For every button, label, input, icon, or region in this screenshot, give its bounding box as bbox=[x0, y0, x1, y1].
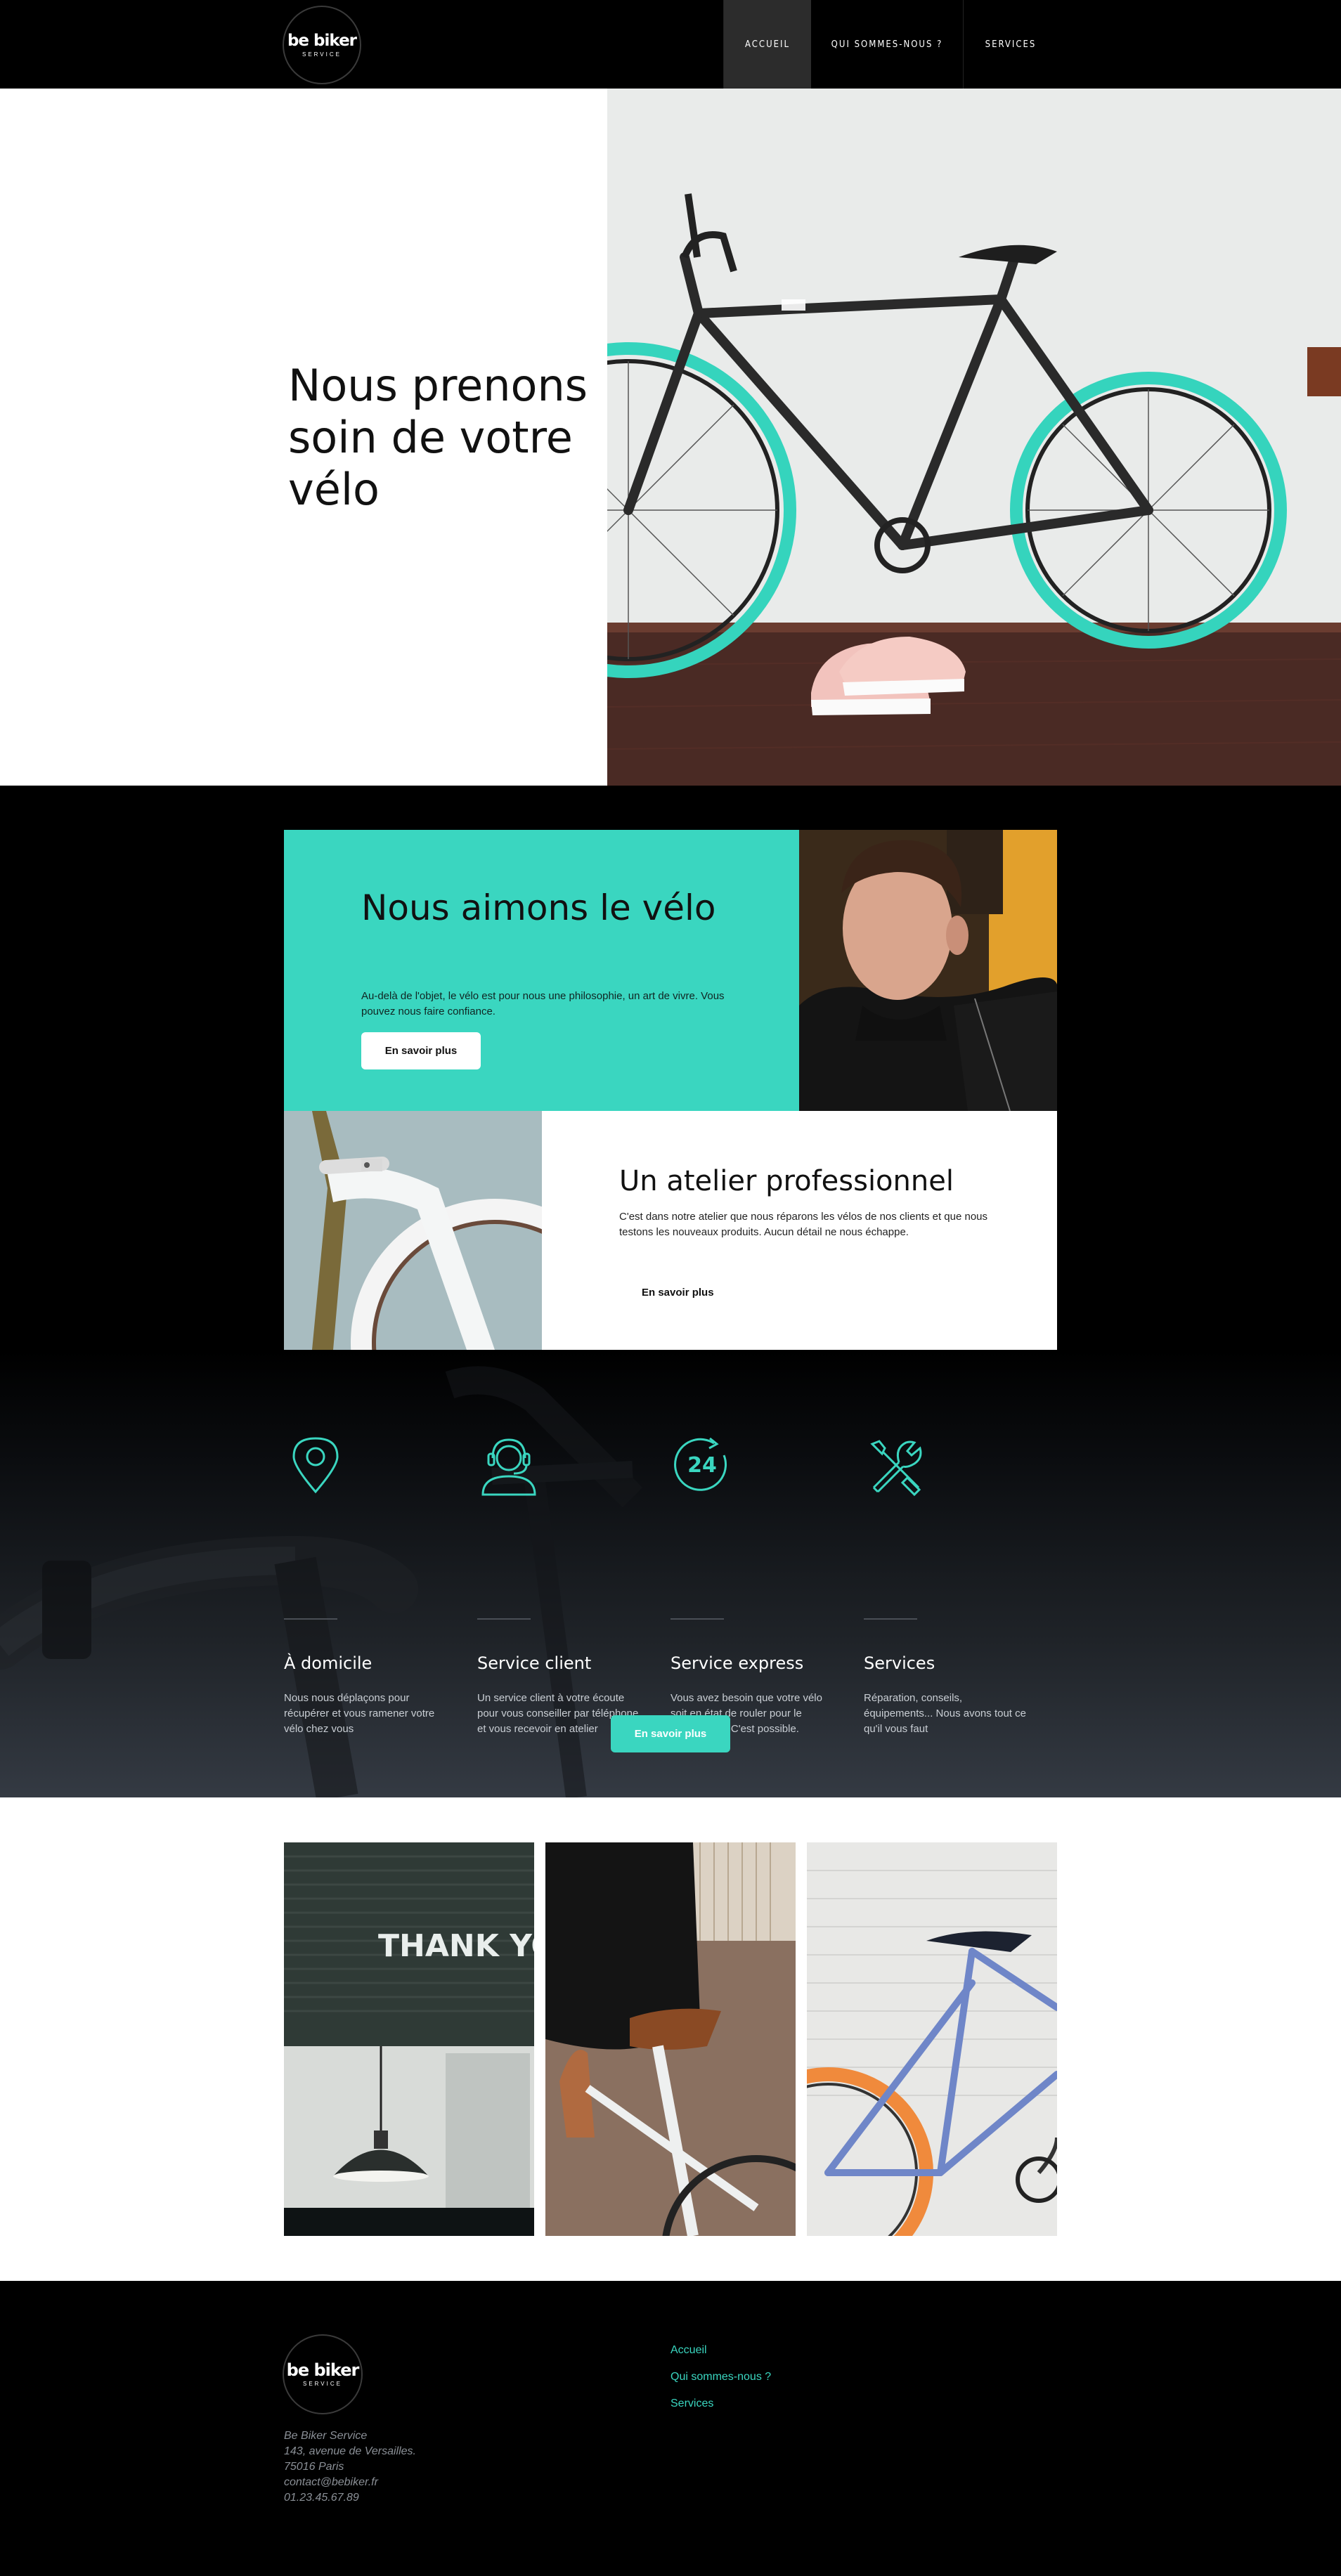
logo-tagline: SERVICE bbox=[303, 2381, 342, 2387]
hero-bike-photo bbox=[607, 89, 1341, 786]
service-a-domicile: À domicile Nous nous déplaçons pour récu… bbox=[284, 1434, 453, 1735]
express-badge-text: 24 bbox=[687, 1453, 717, 1478]
tools-icon bbox=[870, 1440, 922, 1497]
gallery-photo-shop: THANK YO bbox=[284, 1842, 534, 2236]
footer-link-accueil[interactable]: Accueil bbox=[670, 2337, 771, 2364]
atelier-text: C'est dans notre atelier que nous réparo… bbox=[619, 1211, 988, 1238]
bike-frame-photo bbox=[284, 1111, 542, 1350]
footer-link-qui-sommes-nous[interactable]: Qui sommes-nous ? bbox=[670, 2364, 771, 2390]
atelier-title: Un atelier professionnel bbox=[619, 1165, 954, 1197]
service-text: Nous nous déplaçons pour récupérer et vo… bbox=[284, 1692, 435, 1735]
logo-wordmark: be biker bbox=[286, 2360, 360, 2380]
service-title: Services bbox=[864, 1653, 935, 1673]
love-card: Nous aimons le vélo Au-delà de l'objet, … bbox=[284, 830, 799, 1111]
service-divider bbox=[477, 1618, 531, 1620]
top-navigation: be biker SERVICE ACCUEIL QUI SOMMES-NOUS… bbox=[0, 0, 1341, 89]
page: be biker SERVICE ACCUEIL QUI SOMMES-NOUS… bbox=[0, 0, 1341, 2576]
footer-city: 75016 Paris bbox=[284, 2461, 344, 2473]
nav-item-accueil[interactable]: ACCUEIL bbox=[724, 0, 811, 89]
atelier-card: Un atelier professionnel C'est dans notr… bbox=[542, 1111, 1057, 1350]
service-title: À domicile bbox=[284, 1653, 372, 1673]
love-title: Nous aimons le vélo bbox=[361, 887, 716, 928]
service-divider bbox=[670, 1618, 724, 1620]
24h-express-icon: 24 bbox=[674, 1437, 727, 1491]
logo-tagline: SERVICE bbox=[302, 51, 342, 58]
footer-company: Be Biker Service bbox=[284, 2430, 368, 2442]
service-divider bbox=[864, 1618, 917, 1620]
atelier-more-button[interactable]: En savoir plus bbox=[619, 1274, 739, 1311]
location-pin-icon bbox=[292, 1437, 339, 1494]
service-divider bbox=[284, 1618, 337, 1620]
footer-link-services[interactable]: Services bbox=[670, 2390, 771, 2417]
nav-item-services[interactable]: SERVICES bbox=[964, 0, 1058, 89]
footer-street: 143, avenue de Versailles. bbox=[284, 2445, 416, 2457]
brand-logo[interactable]: be biker SERVICE bbox=[283, 6, 361, 84]
thank-you-sign-text: THANK YO bbox=[378, 1928, 534, 1964]
footer-address: Be Biker Service 143, avenue de Versaill… bbox=[284, 2428, 416, 2506]
customer-support-icon bbox=[481, 1438, 536, 1496]
footer-email: contact@bebiker.fr bbox=[284, 2476, 378, 2488]
services-section: À domicile Nous nous déplaçons pour récu… bbox=[0, 1350, 1341, 1797]
footer-nav: Accueil Qui sommes-nous ? Services bbox=[670, 2337, 771, 2417]
service-title: Service express bbox=[670, 1653, 804, 1673]
service-services: Services Réparation, conseils, équipemen… bbox=[864, 1434, 1032, 1735]
gallery-photo-saddle bbox=[545, 1842, 796, 2236]
nav-item-qui-sommes-nous[interactable]: QUI SOMMES-NOUS ? bbox=[811, 0, 963, 89]
service-text: Réparation, conseils, équipements... Nou… bbox=[864, 1692, 1026, 1735]
service-title: Service client bbox=[477, 1653, 592, 1673]
photo-gallery: THANK YO bbox=[0, 1797, 1341, 2281]
service-client: Service client Un service client à votre… bbox=[477, 1434, 646, 1735]
footer-logo[interactable]: be biker SERVICE bbox=[283, 2334, 363, 2414]
hero-title: Nous prenons soin de votre vélo bbox=[288, 360, 588, 515]
footer-phone: 01.23.45.67.89 bbox=[284, 2492, 359, 2504]
love-text: Au-delà de l'objet, le vélo est pour nou… bbox=[361, 990, 725, 1017]
gallery-photo-orange-bike bbox=[807, 1842, 1057, 2236]
service-express: 24 Service express Vous avez besoin que … bbox=[670, 1434, 839, 1735]
hero-section: Nous prenons soin de votre vélo bbox=[0, 89, 607, 786]
love-more-button[interactable]: En savoir plus bbox=[361, 1032, 481, 1069]
services-more-button[interactable]: En savoir plus bbox=[611, 1715, 730, 1752]
cyclist-portrait-photo bbox=[799, 830, 1057, 1111]
logo-wordmark: be biker bbox=[287, 32, 357, 50]
site-footer: be biker SERVICE Be Biker Service 143, a… bbox=[0, 2281, 1341, 2576]
